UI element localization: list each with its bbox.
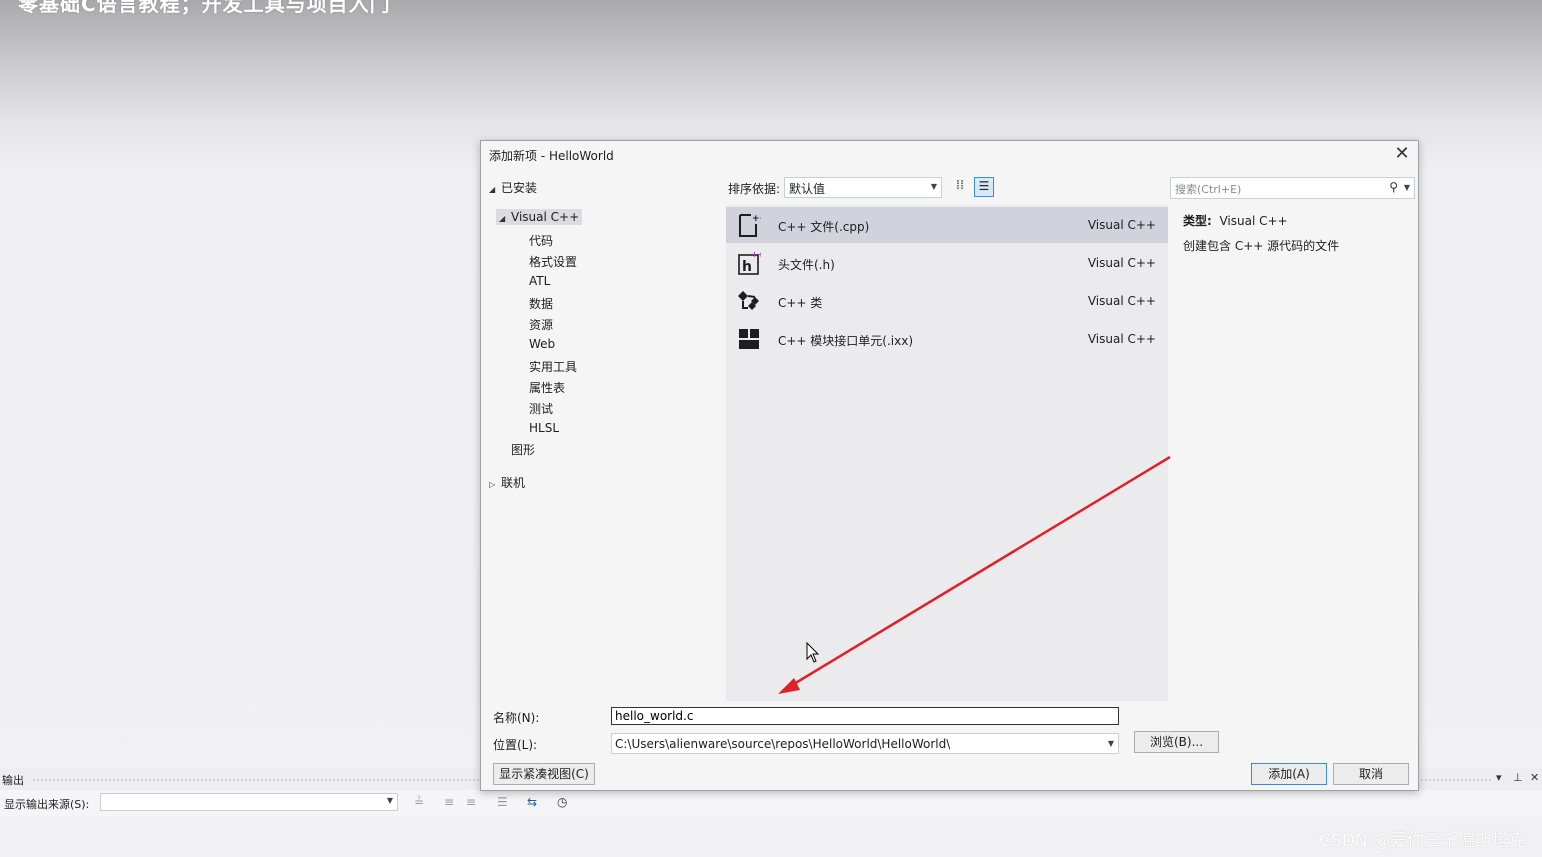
name-field[interactable]: hello_world.c [611, 707, 1119, 725]
template-name: 头文件(.h) [778, 258, 835, 272]
info-type: 类型: Visual C++ [1183, 212, 1288, 229]
close-icon[interactable]: ✕ [1392, 143, 1412, 164]
cpp-file-icon: ++ [736, 212, 762, 238]
collapsed-triangle-icon: ▷ [489, 480, 496, 489]
tree-node-resources[interactable]: 资源 [529, 316, 553, 333]
tree-node-graphics[interactable]: 图形 [511, 441, 535, 458]
tree-node-formatting[interactable]: 格式设置 [529, 253, 577, 270]
svg-text:++: ++ [752, 214, 761, 224]
svg-text:h: h [742, 259, 752, 275]
find-message-icon[interactable]: ≟ [414, 795, 424, 809]
template-row-header-file[interactable]: h++ 头文件(.h) Visual C++ [726, 245, 1168, 281]
location-label: 位置(L): [493, 738, 538, 752]
tree-node-atl[interactable]: ATL [529, 274, 550, 288]
tree-node-label: 已安装 [501, 181, 538, 195]
output-source-label: 显示输出来源(S): [4, 798, 90, 811]
location-value: C:\Users\alienware\source\repos\HelloWor… [615, 737, 951, 751]
name-label: 名称(N): [493, 711, 540, 725]
search-input[interactable]: 搜索(Ctrl+E) ⚲ ▼ [1170, 177, 1415, 199]
class-icon [736, 288, 762, 314]
tree-node-data[interactable]: 数据 [529, 295, 553, 312]
info-description: 创建包含 C++ 源代码的文件 [1183, 239, 1340, 253]
grid-view-icon[interactable]: ⁞⁞ [951, 178, 969, 196]
template-language: Visual C++ [1087, 256, 1156, 270]
add-new-item-dialog: 添加新项 - HelloWorld ✕ ◢ 已安装 ◢ Visual C++ 代码 … [480, 140, 1419, 791]
clock-icon[interactable]: ◷ [557, 795, 567, 809]
sort-label: 排序依据: [728, 182, 781, 196]
sort-select[interactable]: 默认值 ▼ [784, 177, 942, 198]
mouse-cursor-icon [806, 642, 820, 663]
previous-message-icon[interactable]: ≡ [444, 795, 454, 809]
tree-node-visual-cpp[interactable]: ◢ Visual C++ [496, 209, 583, 225]
tree-node-utility[interactable]: 实用工具 [529, 358, 577, 375]
info-type-label: 类型: [1183, 214, 1212, 228]
template-row-cpp-file[interactable]: ++ C++ 文件(.cpp) Visual C++ [726, 207, 1168, 243]
chevron-down-icon: ▼ [1403, 183, 1410, 192]
dialog-title: 添加新项 - HelloWorld [489, 149, 614, 163]
location-field[interactable]: C:\Users\alienware\source\repos\HelloWor… [611, 733, 1119, 754]
sort-select-value: 默认值 [789, 182, 826, 196]
expanded-triangle-icon: ◢ [499, 214, 506, 223]
template-row-class[interactable]: C++ 类 Visual C++ [726, 283, 1168, 319]
svg-text:++: ++ [751, 250, 761, 259]
tree-node-label: 联机 [501, 476, 526, 490]
tree-node-label: Visual C++ [511, 210, 580, 224]
template-row-module[interactable]: C++ 模块接口单元(.ixx) Visual C++ [726, 321, 1168, 357]
expanded-triangle-icon: ◢ [489, 185, 496, 194]
tree-node-installed[interactable]: ◢ 已安装 [489, 179, 537, 196]
video-banner-text: 零基础C语言教程；开发工具与项目入门 [18, 0, 391, 16]
list-view-icon[interactable]: ☰ [974, 177, 994, 197]
template-language: Visual C++ [1087, 332, 1156, 346]
search-icon: ⚲ [1389, 180, 1398, 194]
chevron-down-icon: ▼ [386, 796, 393, 805]
add-button[interactable]: 添加(A) [1251, 763, 1327, 785]
output-panel-title: 输出 [2, 774, 24, 787]
info-type-value: Visual C++ [1219, 214, 1288, 228]
template-name: C++ 模块接口单元(.ixx) [778, 334, 914, 348]
tree-node-online[interactable]: ▷ 联机 [489, 474, 525, 491]
cancel-button[interactable]: 取消 [1333, 763, 1409, 785]
panel-close-icon[interactable]: ✕ [1530, 771, 1539, 784]
tree-node-hlsl[interactable]: HLSL [529, 421, 559, 435]
output-source-select[interactable]: ▼ [100, 793, 398, 811]
template-list: ++ C++ 文件(.cpp) Visual C++ h++ 头文件(.h) V… [726, 205, 1168, 701]
compact-view-button[interactable]: 显示紧凑视图(C) [493, 763, 595, 785]
template-name: C++ 文件(.cpp) [778, 220, 870, 234]
chevron-down-icon: ▼ [930, 182, 937, 191]
pin-icon[interactable]: ⊥ [1513, 771, 1523, 784]
watermark: CSDN @爱你三千遍斯塔克 [1319, 831, 1526, 851]
tree-node-property-sheets[interactable]: 属性表 [529, 379, 565, 396]
module-icon [736, 326, 762, 352]
header-file-icon: h++ [736, 250, 762, 276]
template-language: Visual C++ [1087, 294, 1156, 308]
chevron-down-icon: ▼ [1107, 739, 1114, 748]
clear-all-icon[interactable]: ☰ [497, 795, 508, 809]
panel-dropdown-icon[interactable]: ▾ [1496, 771, 1502, 784]
tree-node-web[interactable]: Web [529, 337, 555, 351]
search-placeholder: 搜索(Ctrl+E) [1175, 183, 1242, 196]
template-name: C++ 类 [778, 296, 823, 310]
browse-button[interactable]: 浏览(B)... [1134, 731, 1219, 753]
tree-node-code[interactable]: 代码 [529, 232, 553, 249]
toggle-word-wrap-icon[interactable]: ⇆ [527, 795, 537, 809]
template-language: Visual C++ [1087, 218, 1156, 232]
next-message-icon[interactable]: ≡ [466, 795, 476, 809]
tree-node-test[interactable]: 测试 [529, 400, 553, 417]
